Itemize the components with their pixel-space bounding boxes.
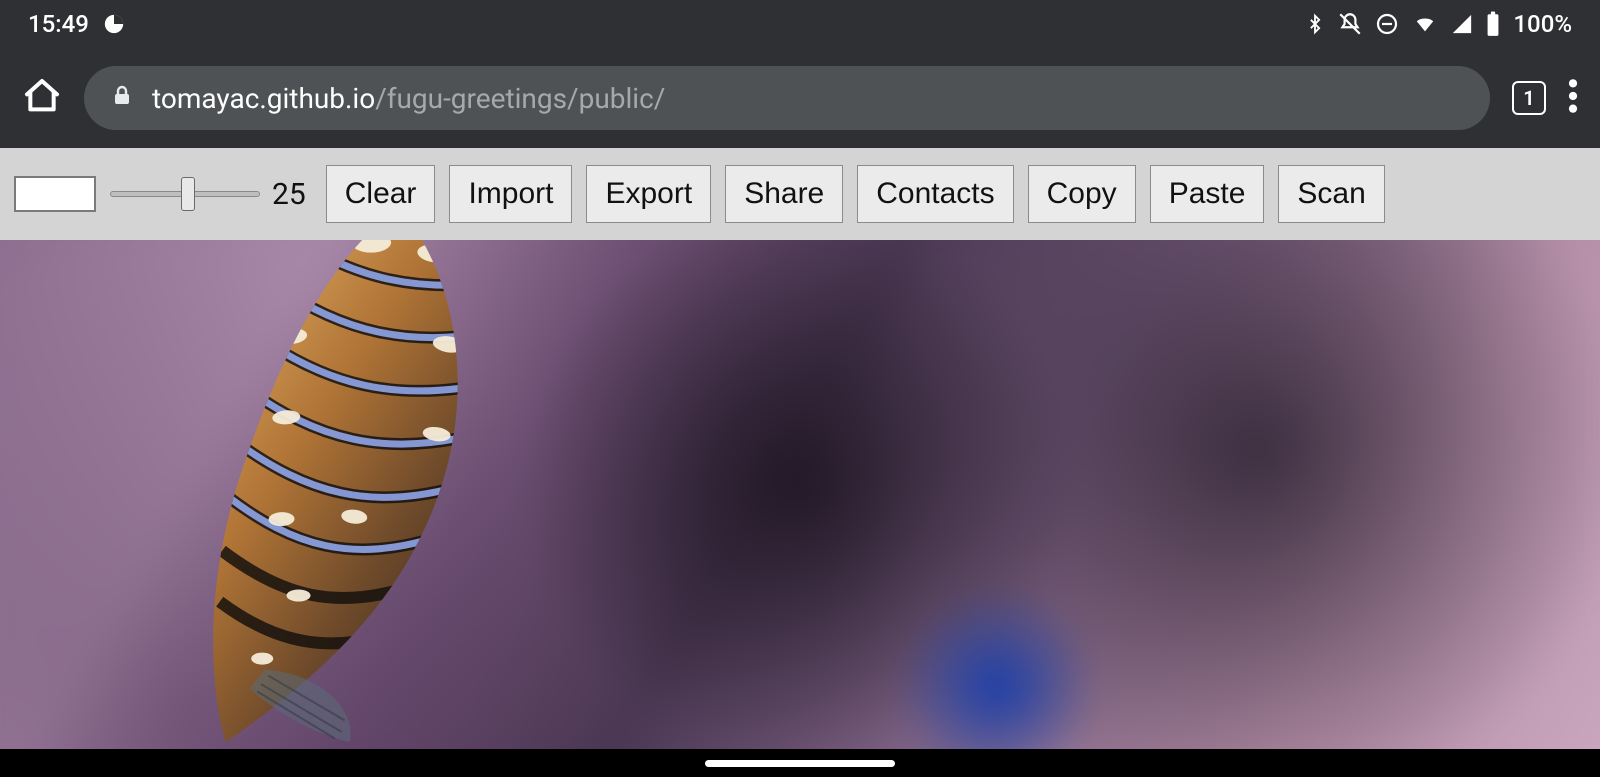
import-button[interactable]: Import xyxy=(449,165,572,223)
address-bar[interactable]: tomayac.github.io/fugu-greetings/public/ xyxy=(84,66,1490,130)
slider-value-label: 25 xyxy=(272,177,306,212)
android-nav-bar xyxy=(0,749,1600,777)
wifi-icon xyxy=(1411,13,1439,35)
android-status-bar: 15:49 100% xyxy=(0,0,1600,48)
clear-button[interactable]: Clear xyxy=(326,165,436,223)
bluetooth-icon xyxy=(1305,11,1325,37)
app-toolbar: 25 Clear Import Export Share Contacts Co… xyxy=(0,148,1600,240)
contacts-button[interactable]: Contacts xyxy=(857,165,1013,223)
gesture-nav-pill[interactable] xyxy=(705,760,895,767)
tab-switcher-button[interactable]: 1 xyxy=(1512,81,1546,115)
copy-button[interactable]: Copy xyxy=(1028,165,1136,223)
do-not-disturb-icon xyxy=(1375,12,1399,36)
home-icon[interactable] xyxy=(22,76,62,120)
export-button[interactable]: Export xyxy=(586,165,711,223)
dnd-mute-icon xyxy=(1337,11,1363,37)
cell-signal-icon xyxy=(1451,13,1473,35)
battery-percent: 100% xyxy=(1513,10,1572,38)
status-clock: 15:49 xyxy=(28,10,89,38)
slider-thumb[interactable] xyxy=(181,177,195,211)
data-saver-icon xyxy=(103,13,125,35)
battery-icon xyxy=(1485,11,1501,37)
lock-icon xyxy=(110,81,134,116)
tab-count-value: 1 xyxy=(1523,86,1534,110)
drawing-canvas[interactable] xyxy=(0,240,1600,749)
share-button[interactable]: Share xyxy=(725,165,843,223)
color-swatch-input[interactable] xyxy=(14,176,96,212)
scan-button[interactable]: Scan xyxy=(1278,165,1384,223)
paste-button[interactable]: Paste xyxy=(1150,165,1265,223)
more-menu-icon[interactable] xyxy=(1568,77,1578,119)
brush-size-slider[interactable] xyxy=(110,176,260,212)
url-host: tomayac.github.io xyxy=(152,82,375,115)
browser-chrome-bar: tomayac.github.io/fugu-greetings/public/… xyxy=(0,48,1600,148)
url-path: /fugu-greetings/public/ xyxy=(375,82,665,115)
url-text: tomayac.github.io/fugu-greetings/public/ xyxy=(152,82,665,115)
